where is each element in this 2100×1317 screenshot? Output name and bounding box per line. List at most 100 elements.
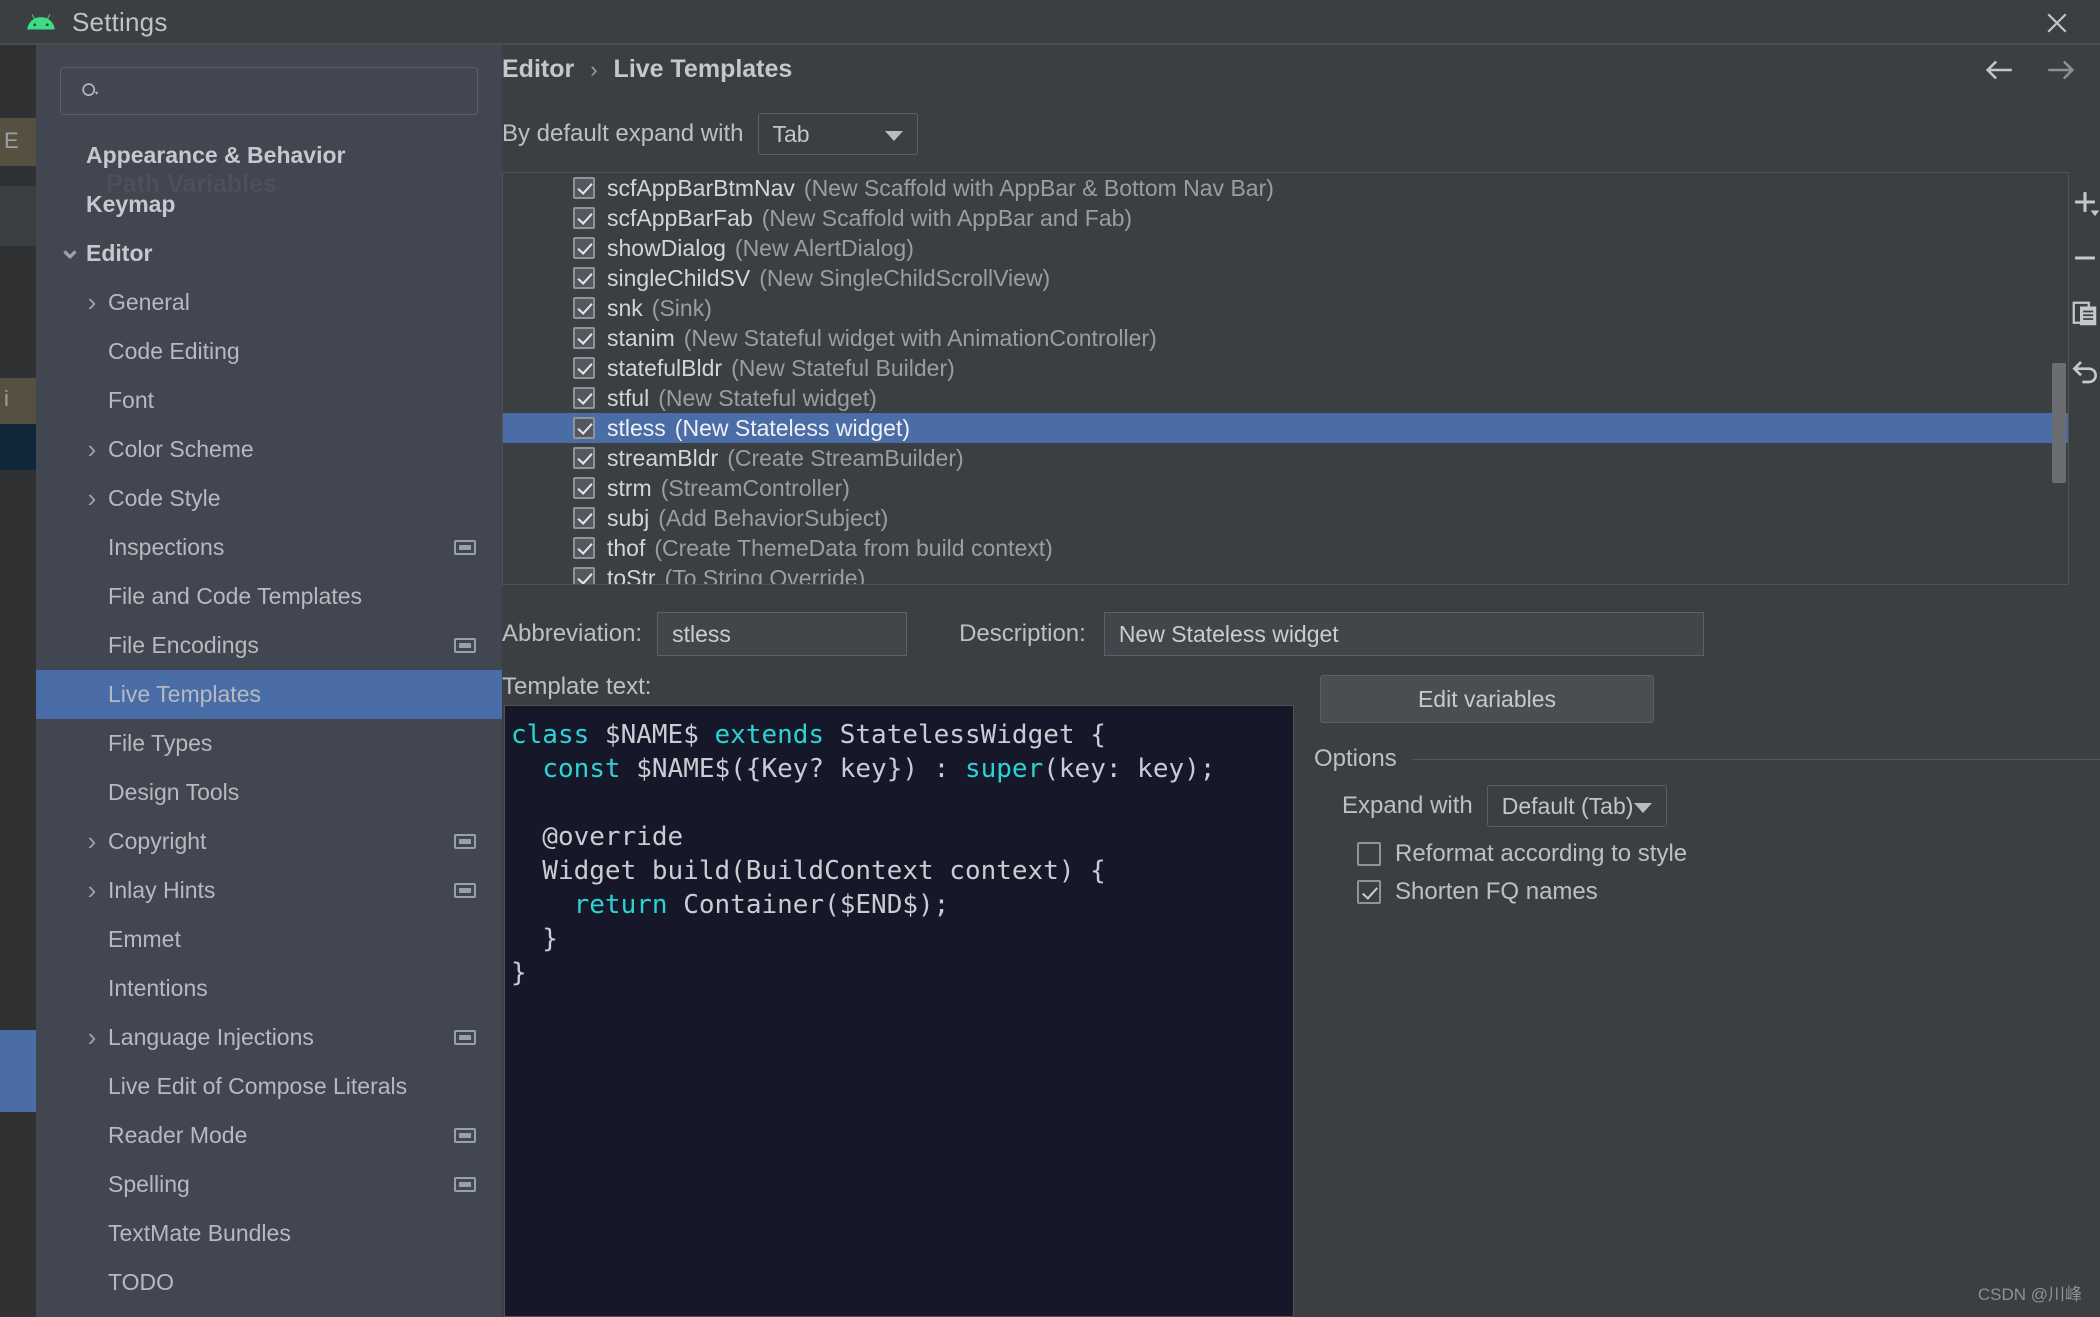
template-row[interactable]: strm (StreamController) [503,473,2068,503]
chevron-right-icon[interactable]: › [80,875,104,906]
sidebar-item-live-edit-of-compose-literals[interactable]: Live Edit of Compose Literals [36,1062,502,1111]
sidebar-item-live-templates[interactable]: Live Templates [36,670,502,719]
template-description: (New Stateful widget with AnimationContr… [683,324,1157,351]
sidebar-item-general[interactable]: › General [36,278,502,327]
sidebar-item-label: Color Scheme [108,436,254,462]
search-box[interactable] [60,67,478,115]
template-row[interactable]: statefulBldr (New Stateful Builder) [503,353,2068,383]
sidebar-item-file-types[interactable]: File Types [36,719,502,768]
template-enabled-checkbox[interactable] [573,417,595,439]
sidebar-item-textmate-bundles[interactable]: TextMate Bundles [36,1209,502,1258]
sidebar-item-label: Reader Mode [108,1122,248,1148]
sidebar-item-inlay-hints[interactable]: › Inlay Hints [36,866,502,915]
sidebar-item-keymap[interactable]: Keymap [36,180,502,229]
sidebar-item-badge-icon [454,540,476,555]
sidebar-item-emmet[interactable]: Emmet [36,915,502,964]
template-enabled-checkbox[interactable] [573,447,595,469]
chevron-right-icon[interactable]: › [80,483,104,514]
description-input[interactable]: New Stateless widget [1103,612,1704,656]
sidebar-item-reader-mode[interactable]: Reader Mode [36,1111,502,1160]
sidebar-item-inspections[interactable]: Inspections [36,523,502,572]
edit-variables-button[interactable]: Edit variables [1320,675,1654,723]
sidebar-item-badge-icon [454,1177,476,1192]
template-enabled-checkbox[interactable] [573,177,595,199]
sidebar-item-label: Editor [86,240,153,266]
template-list-toolbar [2070,172,2100,585]
breadcrumb-parent[interactable]: Editor [502,55,574,84]
template-enabled-checkbox[interactable] [573,507,595,529]
arrow-left-icon[interactable] [1982,53,2016,87]
default-expand-label: By default expand with [502,120,744,147]
sidebar-item-design-tools[interactable]: Design Tools [36,768,502,817]
title-bar: Settings [0,0,2100,44]
template-text-editor[interactable]: class $NAME$ extends StatelessWidget { c… [504,705,1294,1317]
sidebar-item-intentions[interactable]: Intentions [36,964,502,1013]
template-enabled-checkbox[interactable] [573,237,595,259]
code-text: @override [511,822,684,852]
shorten-fq-checkbox[interactable]: Shorten FQ names [1357,878,1598,906]
sidebar-item-file-and-code-templates[interactable]: File and Code Templates [36,572,502,621]
template-row[interactable]: streamBldr (Create StreamBuilder) [503,443,2068,473]
template-enabled-checkbox[interactable] [573,207,595,229]
sidebar-item-appearance-behavior[interactable]: Appearance & Behavior [36,131,502,180]
chevron-right-icon[interactable]: › [80,287,104,318]
reformat-checkbox[interactable]: Reformat according to style [1357,840,1687,868]
template-enabled-checkbox[interactable] [573,537,595,559]
expand-with-select[interactable]: Default (Tab) [1486,785,1667,827]
sidebar-item-file-encodings[interactable]: File Encodings [36,621,502,670]
search-input[interactable] [109,79,477,103]
abbreviation-label: Abbreviation: [502,620,643,647]
sidebar-item-editor[interactable]: ⌄ Editor [36,229,502,278]
sidebar-item-code-style[interactable]: › Code Style [36,474,502,523]
template-row[interactable]: singleChildSV (New SingleChildScrollView) [503,263,2068,293]
arrow-right-icon[interactable] [2044,53,2078,87]
remove-template-button[interactable] [2057,230,2100,286]
revert-template-button[interactable] [2057,342,2100,398]
code-text: $NAME$ [604,720,715,750]
duplicate-template-button[interactable] [2057,286,2100,342]
sidebar-item-font[interactable]: Font [36,376,502,425]
expand-with-value: Default (Tab) [1501,792,1634,819]
sidebar-item-copyright[interactable]: › Copyright [36,817,502,866]
sidebar-item-label: File Encodings [108,632,259,658]
template-row[interactable]: stanim (New Stateful widget with Animatio… [503,323,2068,353]
template-enabled-checkbox[interactable] [573,357,595,379]
chevron-down-icon[interactable]: ⌄ [58,232,82,265]
template-row[interactable]: stful (New Stateful widget) [503,383,2068,413]
template-enabled-checkbox[interactable] [573,567,595,584]
template-row[interactable]: snk (Sink) [503,293,2068,323]
template-row[interactable]: stless (New Stateless widget) [503,413,2068,443]
template-row[interactable]: showDialog (New AlertDialog) [503,233,2068,263]
sidebar-item-language-injections[interactable]: › Language Injections [36,1013,502,1062]
add-template-button[interactable] [2057,174,2100,230]
template-enabled-checkbox[interactable] [573,327,595,349]
template-row[interactable]: scfAppBarBtmNav (New Scaffold with AppBar… [503,173,2068,203]
template-enabled-checkbox[interactable] [573,267,595,289]
template-enabled-checkbox[interactable] [573,477,595,499]
template-list[interactable]: scfAppBarBtmNav (New Scaffold with AppBar… [503,173,2068,584]
template-row[interactable]: subj (Add BehaviorSubject) [503,503,2068,533]
chevron-right-icon[interactable]: › [80,434,104,465]
close-icon[interactable] [2042,8,2072,38]
template-row[interactable]: toStr (To String Override) [503,563,2068,584]
sidebar-item-label: Inspections [108,534,225,560]
template-row[interactable]: scfAppBarFab (New Scaffold with AppBar an… [503,203,2068,233]
chevron-right-icon[interactable]: › [80,1022,104,1053]
settings-content: Editor › Live Templates By default expan… [502,45,2100,1317]
sidebar-item-color-scheme[interactable]: › Color Scheme [36,425,502,474]
chevron-right-icon[interactable]: › [80,826,104,857]
template-enabled-checkbox[interactable] [573,297,595,319]
abbreviation-input[interactable]: stless [657,612,908,656]
expand-with-row: Expand with Default (Tab) [1342,785,1667,827]
default-expand-select[interactable]: Tab [757,113,918,155]
template-description: (New SingleChildScrollView) [759,264,1051,291]
template-row[interactable]: thof (Create ThemeData from build context… [503,533,2068,563]
breadcrumb-current: Live Templates [613,55,793,83]
watermark: CSDN @川峰 [1977,1285,2082,1304]
sidebar-item-spelling[interactable]: Spelling [36,1160,502,1209]
sidebar-item-code-editing[interactable]: Code Editing [36,327,502,376]
template-enabled-checkbox[interactable] [573,387,595,409]
sidebar-item-todo[interactable]: TODO [36,1258,502,1307]
sidebar-item-label: Font [108,387,155,413]
